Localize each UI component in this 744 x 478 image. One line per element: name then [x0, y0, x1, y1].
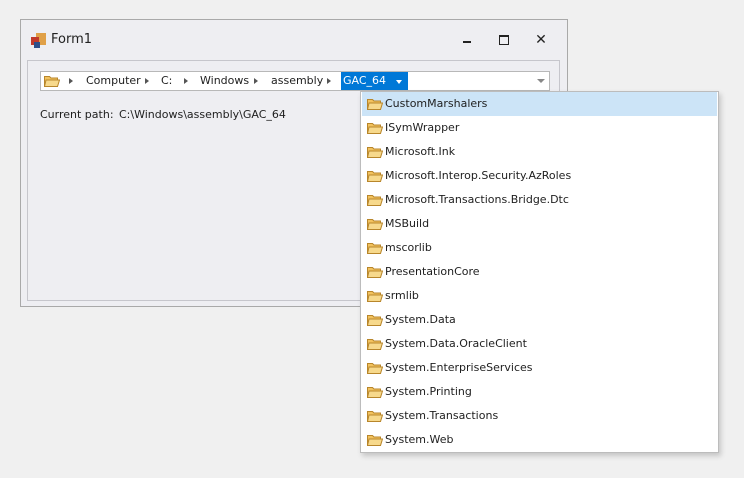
- dropdown-item[interactable]: MSBuild: [362, 212, 717, 236]
- dropdown-item[interactable]: Microsoft.Ink: [362, 140, 717, 164]
- folder-icon: [367, 434, 383, 446]
- folder-icon: [367, 170, 383, 182]
- chevron-right-icon[interactable]: [254, 78, 258, 84]
- folder-icon: [367, 146, 383, 158]
- folder-icon: [367, 362, 383, 374]
- folder-icon: [44, 75, 60, 87]
- dropdown-item[interactable]: System.Transactions: [362, 404, 717, 428]
- folder-icon: [367, 242, 383, 254]
- dropdown-item[interactable]: ISymWrapper: [362, 116, 717, 140]
- breadcrumb-item[interactable]: Windows: [200, 72, 249, 90]
- breadcrumb-selected-item[interactable]: GAC_64: [341, 72, 408, 90]
- dropdown-item[interactable]: System.Web: [362, 428, 717, 452]
- dropdown-item[interactable]: CustomMarshalers: [362, 92, 717, 116]
- breadcrumb-edit[interactable]: Computer C: Windows assembly GAC_64: [40, 71, 550, 91]
- folder-icon: [367, 338, 383, 350]
- dropdown-item[interactable]: Microsoft.Interop.Security.AzRoles: [362, 164, 717, 188]
- dropdown-item[interactable]: srmlib: [362, 284, 717, 308]
- close-button[interactable]: ✕: [527, 29, 555, 51]
- maximize-button[interactable]: [490, 29, 518, 51]
- folder-dropdown-list[interactable]: CustomMarshalers ISymWrapper Microsoft.I…: [360, 91, 719, 453]
- folder-icon: [367, 266, 383, 278]
- dropdown-item[interactable]: System.Data: [362, 308, 717, 332]
- title-bar[interactable]: Form1 ✕: [21, 20, 567, 60]
- close-icon: ✕: [535, 32, 547, 48]
- folder-icon: [367, 194, 383, 206]
- dropdown-item[interactable]: System.EnterpriseServices: [362, 356, 717, 380]
- folder-icon: [367, 386, 383, 398]
- breadcrumb-item[interactable]: C:: [161, 72, 172, 90]
- current-path-label: Current path:: [40, 108, 114, 121]
- dropdown-item[interactable]: mscorlib: [362, 236, 717, 260]
- folder-icon: [367, 218, 383, 230]
- chevron-right-icon[interactable]: [184, 78, 188, 84]
- chevron-down-icon: [396, 80, 402, 84]
- folder-icon: [367, 98, 383, 110]
- minimize-button[interactable]: [453, 29, 481, 51]
- current-path-value: C:\Windows\assembly\GAC_64: [119, 108, 286, 121]
- minimize-icon: [463, 41, 471, 43]
- maximize-icon: [499, 35, 509, 45]
- folder-icon: [367, 410, 383, 422]
- window-title: Form1: [51, 32, 93, 47]
- dropdown-item[interactable]: Microsoft.Transactions.Bridge.Dtc: [362, 188, 717, 212]
- chevron-right-icon[interactable]: [145, 78, 149, 84]
- dropdown-item[interactable]: System.Printing: [362, 380, 717, 404]
- folder-icon: [367, 290, 383, 302]
- dropdown-toggle-icon[interactable]: [537, 79, 545, 83]
- breadcrumb-item[interactable]: assembly: [271, 72, 323, 90]
- dropdown-item[interactable]: PresentationCore: [362, 260, 717, 284]
- folder-icon: [367, 314, 383, 326]
- chevron-right-icon[interactable]: [69, 78, 73, 84]
- app-icon: [31, 33, 47, 49]
- folder-icon: [367, 122, 383, 134]
- dropdown-item[interactable]: System.Data.OracleClient: [362, 332, 717, 356]
- chevron-right-icon[interactable]: [327, 78, 331, 84]
- breadcrumb-item[interactable]: Computer: [86, 72, 141, 90]
